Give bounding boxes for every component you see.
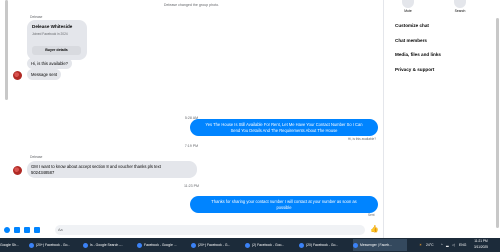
network-icon[interactable]: ▂ xyxy=(446,238,449,252)
avatar[interactable] xyxy=(13,166,22,175)
taskbar-item-label: Facebook - Google ... xyxy=(144,243,177,247)
chrome-icon xyxy=(29,242,34,248)
chat-details-panel: Mute Search Customize chat Chat members … xyxy=(383,0,500,238)
taskbar-item-label: (20+) Facebook - G... xyxy=(198,243,231,247)
timestamp: 11:23 PM xyxy=(183,184,200,188)
taskbar-item[interactable]: (20+) Facebook - G... xyxy=(191,239,243,251)
taskbar-item[interactable]: Facebook - Google ... xyxy=(137,239,189,251)
clock[interactable]: 11:21 PM 3/11/2025 xyxy=(474,239,488,250)
taskbar-item-label: Is - Google Search -... xyxy=(90,243,124,247)
panel-item-media-files[interactable]: Media, files and links xyxy=(395,52,441,57)
message-input[interactable]: Aa xyxy=(55,225,365,235)
avatar[interactable] xyxy=(13,71,22,80)
chrome-icon xyxy=(299,242,304,248)
profile-card: Delease Whiteside Joined Facebook in 202… xyxy=(27,20,87,60)
taskbar-item[interactable]: (20+) Facebook - Go... xyxy=(29,239,81,251)
chrome-icon xyxy=(83,242,88,248)
message-line: Yes The House Is Still Available For Ren… xyxy=(205,122,363,127)
search-icon xyxy=(454,0,466,8)
sticker-icon[interactable] xyxy=(24,227,30,233)
image-icon[interactable] xyxy=(14,227,20,233)
search-button[interactable]: Search xyxy=(450,0,470,13)
search-label: Search xyxy=(454,9,466,13)
bell-icon xyxy=(402,0,414,8)
message-bubble-incoming: Message sent xyxy=(27,69,62,80)
mute-button[interactable]: Mute xyxy=(398,0,418,13)
message-bubble-outgoing: Yes The House Is Still Available For Ren… xyxy=(190,119,378,137)
message-line: possible xyxy=(276,204,292,210)
panel-item-customize-chat[interactable]: Customize chat xyxy=(395,23,429,28)
message-bubble-outgoing: Thanks for sharing your contact number I… xyxy=(190,196,378,214)
message-bubble-incoming: Hi, is this available? xyxy=(27,58,73,69)
language-indicator[interactable]: ENG xyxy=(459,238,466,252)
chat-thread: Delease changed the group photo. Delease… xyxy=(0,0,383,238)
taskbar-item[interactable]: Is - Google Search -... xyxy=(83,239,135,251)
temperature[interactable]: 24°C xyxy=(426,238,434,252)
message-line: Thanks for sharing your contact number I… xyxy=(211,199,357,204)
taskbar-item-label: (20+) Facebook - Go... xyxy=(36,243,71,247)
quoted-message: Hi, is this available? xyxy=(347,137,376,141)
panel-scrollbar[interactable] xyxy=(496,18,499,228)
message-bubble-incoming: GM I want to know about accept section 8… xyxy=(27,161,197,179)
system-message: Delease changed the group photo. xyxy=(163,3,220,7)
windows-taskbar: Google Sh... (20+) Facebook - Go... Is -… xyxy=(0,238,500,252)
taskbar-item-label: (20) Facebook - Go... xyxy=(306,243,339,247)
taskbar-item-active[interactable]: Messenger | Faceb... xyxy=(353,239,407,251)
timestamp: 7:19 PM xyxy=(184,144,199,148)
chrome-icon xyxy=(353,242,358,248)
chrome-icon xyxy=(245,242,250,248)
profile-card-name: Delease Whiteside xyxy=(32,24,73,29)
volume-icon[interactable]: ◁ xyxy=(452,238,455,252)
messenger-window: Delease changed the group photo. Delease… xyxy=(0,0,500,252)
clock-date: 3/11/2025 xyxy=(474,244,488,249)
message-line: 5024348587 xyxy=(31,169,55,175)
sent-status: Sent xyxy=(368,213,375,217)
clock-time: 11:21 PM xyxy=(474,239,488,243)
taskbar-item[interactable]: (20) Facebook - Go... xyxy=(299,239,351,251)
taskbar-item-label: Messenger | Faceb... xyxy=(360,243,392,247)
panel-item-chat-members[interactable]: Chat members xyxy=(395,38,427,43)
tray-chevron-icon[interactable]: ^ xyxy=(441,238,443,252)
taskbar-item[interactable]: Google Sh... xyxy=(0,239,28,251)
taskbar-item-label: (2) Facebook - Goo... xyxy=(252,243,285,247)
message-line: Send You Details And The Requirements Ab… xyxy=(230,127,338,133)
panel-item-privacy-support[interactable]: Privacy & support xyxy=(395,67,434,72)
taskbar-item[interactable]: (2) Facebook - Goo... xyxy=(245,239,297,251)
gif-icon[interactable] xyxy=(34,227,40,233)
thumbs-up-icon[interactable]: 👍 xyxy=(370,226,379,234)
chrome-icon xyxy=(137,242,142,248)
sender-name: Delease xyxy=(30,155,43,159)
taskbar-item-label: Google Sh... xyxy=(0,243,19,247)
card-sender-name: Delease xyxy=(30,15,43,19)
mute-label: Mute xyxy=(404,9,412,13)
weather-icon[interactable]: ☀ xyxy=(419,238,422,252)
plus-icon[interactable] xyxy=(4,227,10,233)
profile-card-subtitle: Joined Facebook in 2024 xyxy=(32,32,68,36)
message-composer: Aa 👍 xyxy=(0,222,383,238)
chat-scrollbar[interactable] xyxy=(5,0,8,100)
buyer-details-button[interactable]: Buyer details xyxy=(32,46,81,55)
chrome-icon xyxy=(191,242,196,248)
